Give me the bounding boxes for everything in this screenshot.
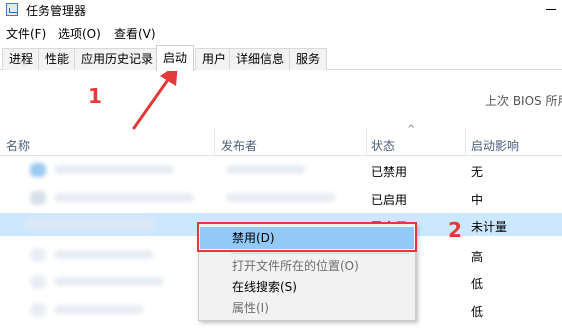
- menu-view[interactable]: 查看(V): [114, 25, 156, 42]
- app-icon: [30, 303, 46, 317]
- column-headers: 名称 发布者 状态 启动影响: [0, 128, 562, 156]
- menu-bar: 文件(F) 选项(O) 查看(V): [0, 22, 562, 42]
- minimize-button[interactable]: [540, 0, 562, 20]
- app-icon: [30, 248, 46, 262]
- last-bios-time-label: 上次 BIOS 所用: [485, 94, 562, 108]
- row-impact: 低: [471, 277, 484, 291]
- menu-options[interactable]: 选项(O): [58, 25, 101, 42]
- app-icon: [30, 275, 46, 289]
- row-impact: 低: [471, 305, 484, 319]
- app-icon: [30, 163, 46, 177]
- row-impact: 高: [471, 250, 484, 264]
- redacted-publisher: [226, 193, 336, 202]
- column-header-name[interactable]: 名称: [6, 137, 30, 154]
- tab-startup[interactable]: 启动: [156, 45, 195, 71]
- row-impact: 无: [471, 165, 484, 179]
- redacted-app-name: [54, 250, 154, 259]
- context-menu-divider: [231, 253, 409, 254]
- redacted-app-name: [54, 277, 164, 286]
- column-header-status[interactable]: 状态: [371, 137, 395, 154]
- tab-processes[interactable]: 进程: [2, 48, 41, 70]
- column-divider[interactable]: [214, 128, 215, 156]
- row-status: 已启用: [371, 193, 408, 207]
- tab-strip: 进程 性能 应用历史记录 启动 用户 详细信息 服务: [0, 44, 562, 71]
- app-icon: [30, 191, 46, 205]
- redacted-app-name: [24, 218, 154, 230]
- annotation-highlight-box: [197, 222, 417, 252]
- tab-details[interactable]: 详细信息: [229, 48, 292, 70]
- column-divider[interactable]: [465, 128, 466, 156]
- table-row[interactable]: 已启用 中: [0, 186, 562, 209]
- row-status: 已禁用: [371, 165, 408, 179]
- annotation-step-2: 2: [448, 218, 462, 242]
- context-menu-properties[interactable]: 属性(I): [200, 297, 414, 319]
- redacted-app-name: [54, 193, 194, 202]
- task-manager-icon: [6, 3, 18, 16]
- redacted-app-name: [54, 305, 144, 314]
- redacted-publisher: [226, 165, 306, 174]
- tab-performance[interactable]: 性能: [38, 48, 77, 70]
- window-title: 任务管理器: [26, 4, 87, 18]
- column-header-publisher[interactable]: 发布者: [221, 137, 257, 154]
- tab-users[interactable]: 用户: [195, 48, 234, 70]
- table-row[interactable]: 已禁用 无: [0, 158, 562, 181]
- context-menu-open-file-location[interactable]: 打开文件所在的位置(O): [200, 255, 414, 277]
- redacted-app-name: [54, 165, 174, 174]
- annotation-step-1: 1: [88, 84, 102, 108]
- annotation-arrow-icon: [132, 64, 178, 130]
- title-bar: 任务管理器: [0, 0, 562, 20]
- column-divider[interactable]: [366, 128, 367, 156]
- row-impact: 中: [471, 193, 484, 207]
- row-impact: 未计量: [471, 220, 508, 234]
- menu-file[interactable]: 文件(F): [6, 25, 46, 42]
- tab-services[interactable]: 服务: [289, 48, 328, 70]
- column-header-impact[interactable]: 启动影响: [471, 137, 519, 154]
- context-menu-search-online[interactable]: 在线搜索(S): [200, 276, 414, 298]
